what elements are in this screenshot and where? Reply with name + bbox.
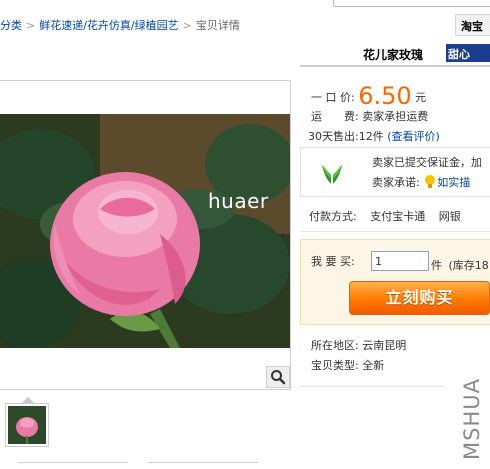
breadcrumb-item-flowers[interactable]: 鲜花速递/花卉仿真/绿植园艺 [39,19,178,32]
location-row: 所在地区: 云南昆明 [311,337,406,353]
price-row: 一 口 价: 6.50 元 [311,82,426,110]
rose-photo [0,114,290,348]
payment-alipay[interactable]: 支付宝卡通 [370,210,425,223]
header-divider [300,65,490,67]
seller-guarantee-box: 卖家已提交保证金，加 卖家承诺: 如实描 [300,147,490,197]
bottom-tab-edge [18,462,128,463]
item-type-row: 宝贝类型: 全新 [311,357,384,373]
review-link[interactable]: (查看评价) [387,130,440,143]
search-scope-tab[interactable]: 淘宝 [455,14,490,36]
sales-row: 30天售出:12件 (查看评价) [308,128,440,144]
side-watermark: MSHUA [460,378,484,460]
promise-link[interactable]: 如实描 [437,176,470,189]
breadcrumb: 分类 > 鲜花速递/花卉仿真/绿植园艺 > 宝贝详情 [0,17,240,33]
breadcrumb-separator: > [182,19,192,32]
location-label: 所在地区: [311,339,359,352]
stock-text: (库存18 [448,259,489,272]
price-value: 6.50 [358,82,412,110]
quantity-input[interactable] [371,251,429,271]
promise-row: 卖家承诺: 如实描 [372,174,470,190]
section-divider [300,231,490,232]
promise-label: 卖家承诺: [372,176,420,189]
shipping-row: 运 费: 卖家承担运费 [311,108,428,124]
thumb-up-icon [425,175,436,188]
magnifier-icon [271,370,286,385]
payment-bank[interactable]: 网银 [439,210,461,223]
buy-now-button[interactable]: 立刻购买 [349,281,490,315]
zoom-button[interactable] [266,366,290,388]
hands-icon [322,165,342,184]
price-label: 一 口 价: [311,91,355,104]
payment-label: 付款方式: [309,210,357,223]
image-watermark: huaer [208,189,269,213]
quantity-unit: 件 [431,259,442,272]
deposit-notice: 卖家已提交保证金，加 [372,156,482,169]
sold-value: 12件 [358,130,384,143]
location-value: 云南昆明 [362,339,407,352]
bottom-tab-edge [148,462,258,463]
search-input[interactable] [333,0,490,7]
product-main-image[interactable] [0,114,290,348]
payment-row: 付款方式: 支付宝卡通 网银 [309,208,461,224]
thumbnail-item[interactable] [5,403,49,447]
shop-badge: 甜心 [446,44,490,62]
section-divider [300,386,445,387]
side-watermark-text: MSHUA [460,378,484,460]
item-type-label: 宝贝类型: [311,359,359,372]
breadcrumb-separator: > [26,19,36,32]
sold-label: 30天售出: [308,130,359,143]
shop-name[interactable]: 花儿家玫瑰 [363,46,423,63]
item-type-value: 全新 [362,359,385,372]
thumbnail-rose-image [8,406,46,444]
shipping-label: 运 费: [311,110,359,123]
quantity-row-suffix: 件 (库存18 [431,257,489,273]
shipping-value: 卖家承担运费 [362,110,429,123]
breadcrumb-item-current: 宝贝详情 [195,19,240,32]
quantity-label: 我 要 买: [311,255,355,268]
price-unit: 元 [415,91,427,104]
breadcrumb-item-category[interactable]: 分类 [0,19,22,32]
